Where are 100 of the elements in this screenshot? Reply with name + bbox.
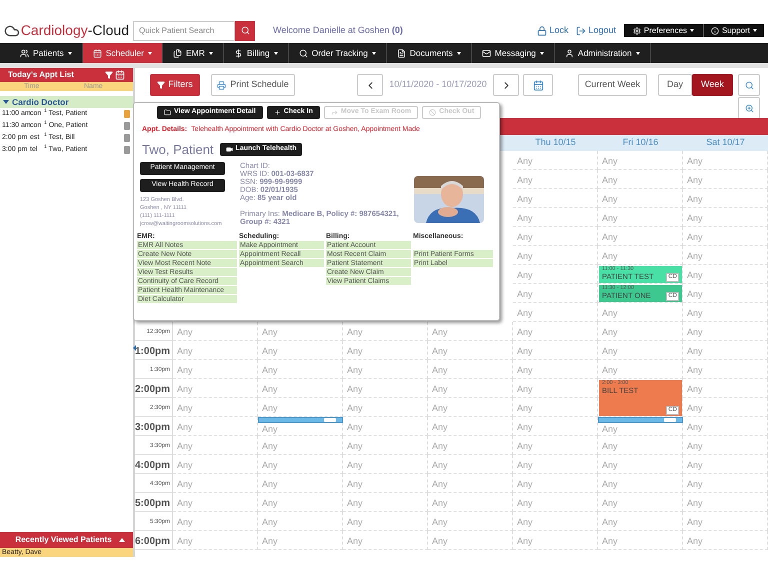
slot-text: Any bbox=[601, 516, 618, 529]
slot-text: Any bbox=[261, 535, 278, 548]
logout-link[interactable]: Logout bbox=[576, 24, 616, 38]
slot-text: Any bbox=[686, 212, 703, 225]
slot-text: Any bbox=[686, 402, 703, 415]
zoom-button[interactable] bbox=[738, 74, 760, 96]
slot-text: Any bbox=[686, 307, 703, 320]
booking-bar[interactable] bbox=[258, 417, 343, 423]
slot-text: Any bbox=[686, 193, 703, 206]
slot-text: Any bbox=[686, 250, 703, 263]
lock-link[interactable]: Lock bbox=[537, 24, 568, 38]
collapse-arrow-icon[interactable] bbox=[132, 345, 136, 351]
slot-text: Any bbox=[176, 345, 193, 358]
caret-icon bbox=[456, 52, 461, 54]
slot-text: Any bbox=[261, 326, 278, 339]
view-toggle[interactable]: Week bbox=[692, 74, 733, 96]
view-toggle[interactable]: Day bbox=[658, 74, 692, 96]
slot-text: Any bbox=[601, 307, 618, 320]
quick-search-field[interactable]: Quick Patient Search bbox=[133, 20, 235, 40]
slot-text: Any bbox=[346, 440, 363, 453]
slot-text: Any bbox=[516, 535, 533, 548]
doctor-group-row[interactable]: Cardio Doctor bbox=[0, 96, 133, 108]
slot-text: Any bbox=[261, 440, 278, 453]
slot-text: Any bbox=[176, 497, 193, 510]
preferences-menu[interactable]: Preferences bbox=[624, 24, 704, 37]
calendar-button[interactable] bbox=[523, 74, 553, 96]
slot-text: Any bbox=[261, 478, 278, 491]
lock-icon bbox=[537, 26, 548, 36]
slot-text: Any bbox=[346, 478, 363, 491]
slot-text: Any bbox=[601, 345, 618, 358]
slot-text: Any bbox=[516, 212, 533, 225]
slot-text: Any bbox=[516, 478, 533, 491]
slot-text: Any bbox=[686, 421, 703, 434]
time-label: 2:00pm bbox=[135, 383, 172, 397]
slot-text: Any bbox=[431, 421, 448, 434]
slot-text: Any bbox=[601, 478, 618, 491]
nav-icon bbox=[396, 48, 406, 58]
slot-text: Any bbox=[686, 326, 703, 339]
slot-text: Any bbox=[601, 497, 618, 510]
slot-text: Any bbox=[176, 402, 193, 415]
slot-text: Any bbox=[686, 478, 703, 491]
slot-text: Any bbox=[431, 383, 448, 396]
slot-text: Any bbox=[261, 459, 278, 472]
search-button[interactable] bbox=[235, 20, 255, 40]
nav-icon bbox=[173, 48, 182, 58]
caret-icon bbox=[540, 52, 544, 54]
support-menu[interactable]: Support bbox=[704, 24, 764, 37]
slot-text: Any bbox=[176, 364, 193, 377]
filter-icon[interactable] bbox=[105, 71, 113, 79]
slot-text: Any bbox=[346, 516, 363, 529]
slot-text: Any bbox=[601, 231, 618, 244]
slot-text: Any bbox=[601, 440, 618, 453]
printer-icon bbox=[217, 80, 226, 90]
slot-text: Any bbox=[431, 345, 448, 358]
calendar-icon[interactable] bbox=[115, 70, 125, 80]
slot-text: Any bbox=[431, 326, 448, 339]
slot-text: Any bbox=[516, 231, 533, 244]
filters-button[interactable]: Filters bbox=[150, 74, 200, 96]
slot-text: Any bbox=[686, 288, 703, 301]
slot-text: Any bbox=[686, 440, 703, 453]
nav-icon bbox=[298, 48, 308, 58]
zoom-icon bbox=[744, 104, 754, 112]
group-label: Cardio Doctor bbox=[12, 96, 69, 108]
search-icon bbox=[744, 80, 754, 90]
slot-text: Any bbox=[686, 516, 703, 529]
current-week-button[interactable]: Current Week bbox=[578, 74, 647, 96]
previous-button[interactable] bbox=[357, 74, 383, 96]
slot-text: Any bbox=[431, 459, 448, 472]
cloud-logo-icon bbox=[4, 22, 20, 38]
action-icon bbox=[274, 109, 281, 116]
slot-text: Any bbox=[601, 535, 618, 548]
booking-bar[interactable] bbox=[598, 417, 683, 423]
print-schedule-button[interactable]: Print Schedule bbox=[211, 74, 295, 96]
logout-icon bbox=[576, 26, 586, 36]
slot-text: Any bbox=[686, 345, 703, 358]
slot-text: Any bbox=[516, 288, 533, 301]
slot-text: Any bbox=[686, 155, 703, 168]
collapse-icon[interactable] bbox=[119, 538, 125, 542]
slot-text: Any bbox=[346, 383, 363, 396]
slot-text: Any bbox=[516, 383, 533, 396]
caret-icon bbox=[636, 52, 640, 54]
zoom-button[interactable] bbox=[738, 97, 760, 119]
slot-text: Any bbox=[346, 364, 363, 377]
slot-text: Any bbox=[176, 516, 193, 529]
nav-tab[interactable]: Scheduler bbox=[82, 43, 163, 63]
badge-icon bbox=[664, 418, 676, 422]
slot-text: Any bbox=[601, 423, 618, 436]
next-button[interactable] bbox=[493, 74, 519, 96]
slot-text: Any bbox=[516, 269, 533, 282]
filter-icon bbox=[157, 81, 166, 89]
slot-text: Any bbox=[601, 326, 618, 339]
slot-text: Any bbox=[516, 440, 533, 453]
slot-text: Any bbox=[686, 269, 703, 282]
caret-icon bbox=[274, 52, 278, 54]
date-range: 10/11/2020 - 10/17/2020 bbox=[388, 78, 488, 92]
slot-text: Any bbox=[261, 345, 278, 358]
slot-text: Any bbox=[601, 174, 618, 187]
slot-text: Any bbox=[261, 497, 278, 510]
info-icon bbox=[711, 26, 719, 34]
slot-text: Any bbox=[686, 497, 703, 510]
